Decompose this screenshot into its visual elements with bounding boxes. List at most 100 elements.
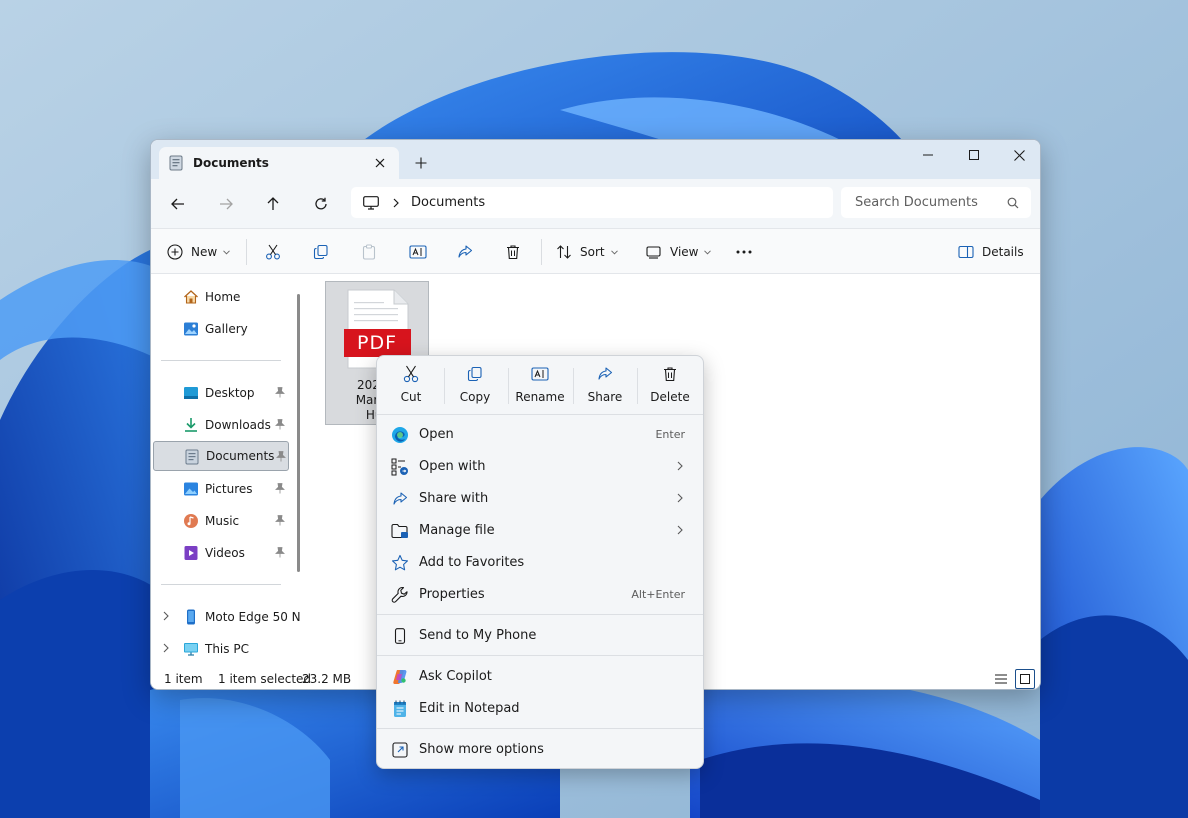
new-label: New xyxy=(191,245,218,259)
expand-chevron-icon[interactable] xyxy=(163,611,169,621)
monitor-icon xyxy=(363,195,379,210)
refresh-icon[interactable] xyxy=(307,190,335,218)
navigation-bar: Documents Search Documents xyxy=(151,179,1040,229)
sort-icon xyxy=(556,244,572,260)
view-button[interactable]: View xyxy=(646,237,712,267)
menu-item-label: Properties xyxy=(419,586,485,602)
quick-action-label: Copy xyxy=(459,390,491,404)
forward-arrow-icon[interactable] xyxy=(212,190,240,218)
menu-item-label: Send to My Phone xyxy=(419,627,537,643)
menu-item-properties[interactable]: Properties Alt+Enter xyxy=(381,579,699,609)
delete-button[interactable] xyxy=(505,237,521,267)
ctx-share-button[interactable]: Share xyxy=(574,364,636,410)
sidebar-item-label: Videos xyxy=(205,546,245,560)
large-icons-view-icon[interactable] xyxy=(1015,669,1035,689)
sidebar-item-desktop[interactable]: Desktop xyxy=(153,378,289,408)
menu-separator xyxy=(377,614,703,615)
ctx-cut-button[interactable]: Cut xyxy=(380,364,442,410)
window-close-icon[interactable] xyxy=(996,140,1040,170)
sidebar-item-this-pc[interactable]: This PC xyxy=(153,634,289,664)
menu-item-add-favorites[interactable]: Add to Favorites xyxy=(381,547,699,577)
quick-action-label: Cut xyxy=(400,390,422,404)
search-icon xyxy=(1007,197,1019,209)
breadcrumb-documents[interactable]: Documents xyxy=(411,195,485,210)
details-view-icon[interactable] xyxy=(991,669,1011,689)
gallery-icon xyxy=(183,321,199,337)
menu-item-share-with[interactable]: Share with xyxy=(381,483,699,513)
rename-icon xyxy=(409,244,427,260)
sidebar-scrollbar[interactable] xyxy=(297,294,300,572)
menu-item-label: Add to Favorites xyxy=(419,554,525,570)
sidebar-item-gallery[interactable]: Gallery xyxy=(153,314,289,344)
sidebar-item-home[interactable]: Home xyxy=(153,282,289,312)
sort-button[interactable]: Sort xyxy=(556,237,618,267)
paste-button[interactable] xyxy=(361,237,377,267)
sidebar-item-music[interactable]: Music xyxy=(153,506,289,536)
sidebar-item-label: Music xyxy=(205,514,240,528)
trash-icon xyxy=(505,244,521,260)
ctx-delete-button[interactable]: Delete xyxy=(639,364,701,410)
sidebar-item-phone[interactable]: Moto Edge 50 N xyxy=(153,602,301,632)
details-label: Details xyxy=(982,245,1024,259)
share-button[interactable] xyxy=(457,237,473,267)
menu-item-manage-file[interactable]: Manage file xyxy=(381,515,699,545)
rename-icon xyxy=(531,364,549,384)
trash-icon xyxy=(662,364,678,384)
menu-item-send-to-phone[interactable]: Send to My Phone xyxy=(381,620,699,650)
toolbar-divider xyxy=(246,239,247,265)
search-input[interactable]: Search Documents xyxy=(841,187,1031,218)
new-button[interactable]: New xyxy=(167,237,231,267)
ctx-copy-button[interactable]: Copy xyxy=(444,364,506,410)
minimize-icon[interactable] xyxy=(905,140,951,170)
menu-item-edit-notepad[interactable]: Edit in Notepad xyxy=(381,693,699,723)
chevron-down-icon xyxy=(704,249,712,255)
pin-icon[interactable] xyxy=(275,419,285,430)
maximize-icon[interactable] xyxy=(951,140,997,170)
pin-icon[interactable] xyxy=(275,387,285,398)
chevron-down-icon xyxy=(610,249,618,255)
sidebar-item-pictures[interactable]: Pictures xyxy=(153,474,289,504)
menu-separator xyxy=(377,728,703,729)
share-icon xyxy=(457,244,473,260)
command-bar: New Sort View Details xyxy=(151,229,1040,274)
tab-close-icon[interactable] xyxy=(367,151,393,175)
menu-item-ask-copilot[interactable]: Ask Copilot xyxy=(381,661,699,691)
menu-item-label: Share with xyxy=(419,490,489,506)
home-icon xyxy=(183,289,199,305)
tab-documents[interactable]: Documents xyxy=(159,147,399,179)
menu-item-open-with[interactable]: Open with xyxy=(381,451,699,481)
quick-actions-row: Cut Copy Rename Share Delete xyxy=(377,356,703,414)
up-arrow-icon[interactable] xyxy=(259,190,287,218)
menu-item-show-more-options[interactable]: Show more options xyxy=(381,734,699,764)
sidebar-item-label: Moto Edge 50 N xyxy=(205,610,301,624)
copy-button[interactable] xyxy=(313,237,329,267)
pin-icon[interactable] xyxy=(275,483,285,494)
share-icon xyxy=(391,490,409,508)
sort-label: Sort xyxy=(580,245,605,259)
back-arrow-icon[interactable] xyxy=(164,190,192,218)
expand-chevron-icon[interactable] xyxy=(163,643,169,653)
submenu-chevron-icon xyxy=(677,525,683,535)
sidebar-item-downloads[interactable]: Downloads xyxy=(153,410,289,440)
music-icon xyxy=(183,513,199,529)
new-tab-plus-icon[interactable] xyxy=(409,151,433,175)
ellipsis-icon xyxy=(736,250,752,254)
more-options-button[interactable] xyxy=(736,237,752,267)
sidebar-item-videos[interactable]: Videos xyxy=(153,538,289,568)
menu-item-open[interactable]: Open Enter xyxy=(381,419,699,449)
address-bar[interactable]: Documents xyxy=(351,187,833,218)
sidebar-item-documents[interactable]: Documents xyxy=(153,441,289,471)
pin-icon[interactable] xyxy=(275,515,285,526)
show-more-options-icon xyxy=(391,741,409,759)
search-placeholder: Search Documents xyxy=(855,195,978,210)
pin-icon[interactable] xyxy=(275,547,285,558)
details-pane-button[interactable]: Details xyxy=(958,237,1024,267)
item-count: 1 item xyxy=(164,672,203,686)
ctx-rename-button[interactable]: Rename xyxy=(509,364,571,410)
rename-button[interactable] xyxy=(409,237,427,267)
cut-button[interactable] xyxy=(265,237,281,267)
tab-title: Documents xyxy=(193,156,269,170)
share-icon xyxy=(597,364,613,384)
pin-icon[interactable] xyxy=(276,451,286,462)
selection-size: 23.2 MB xyxy=(302,672,352,686)
